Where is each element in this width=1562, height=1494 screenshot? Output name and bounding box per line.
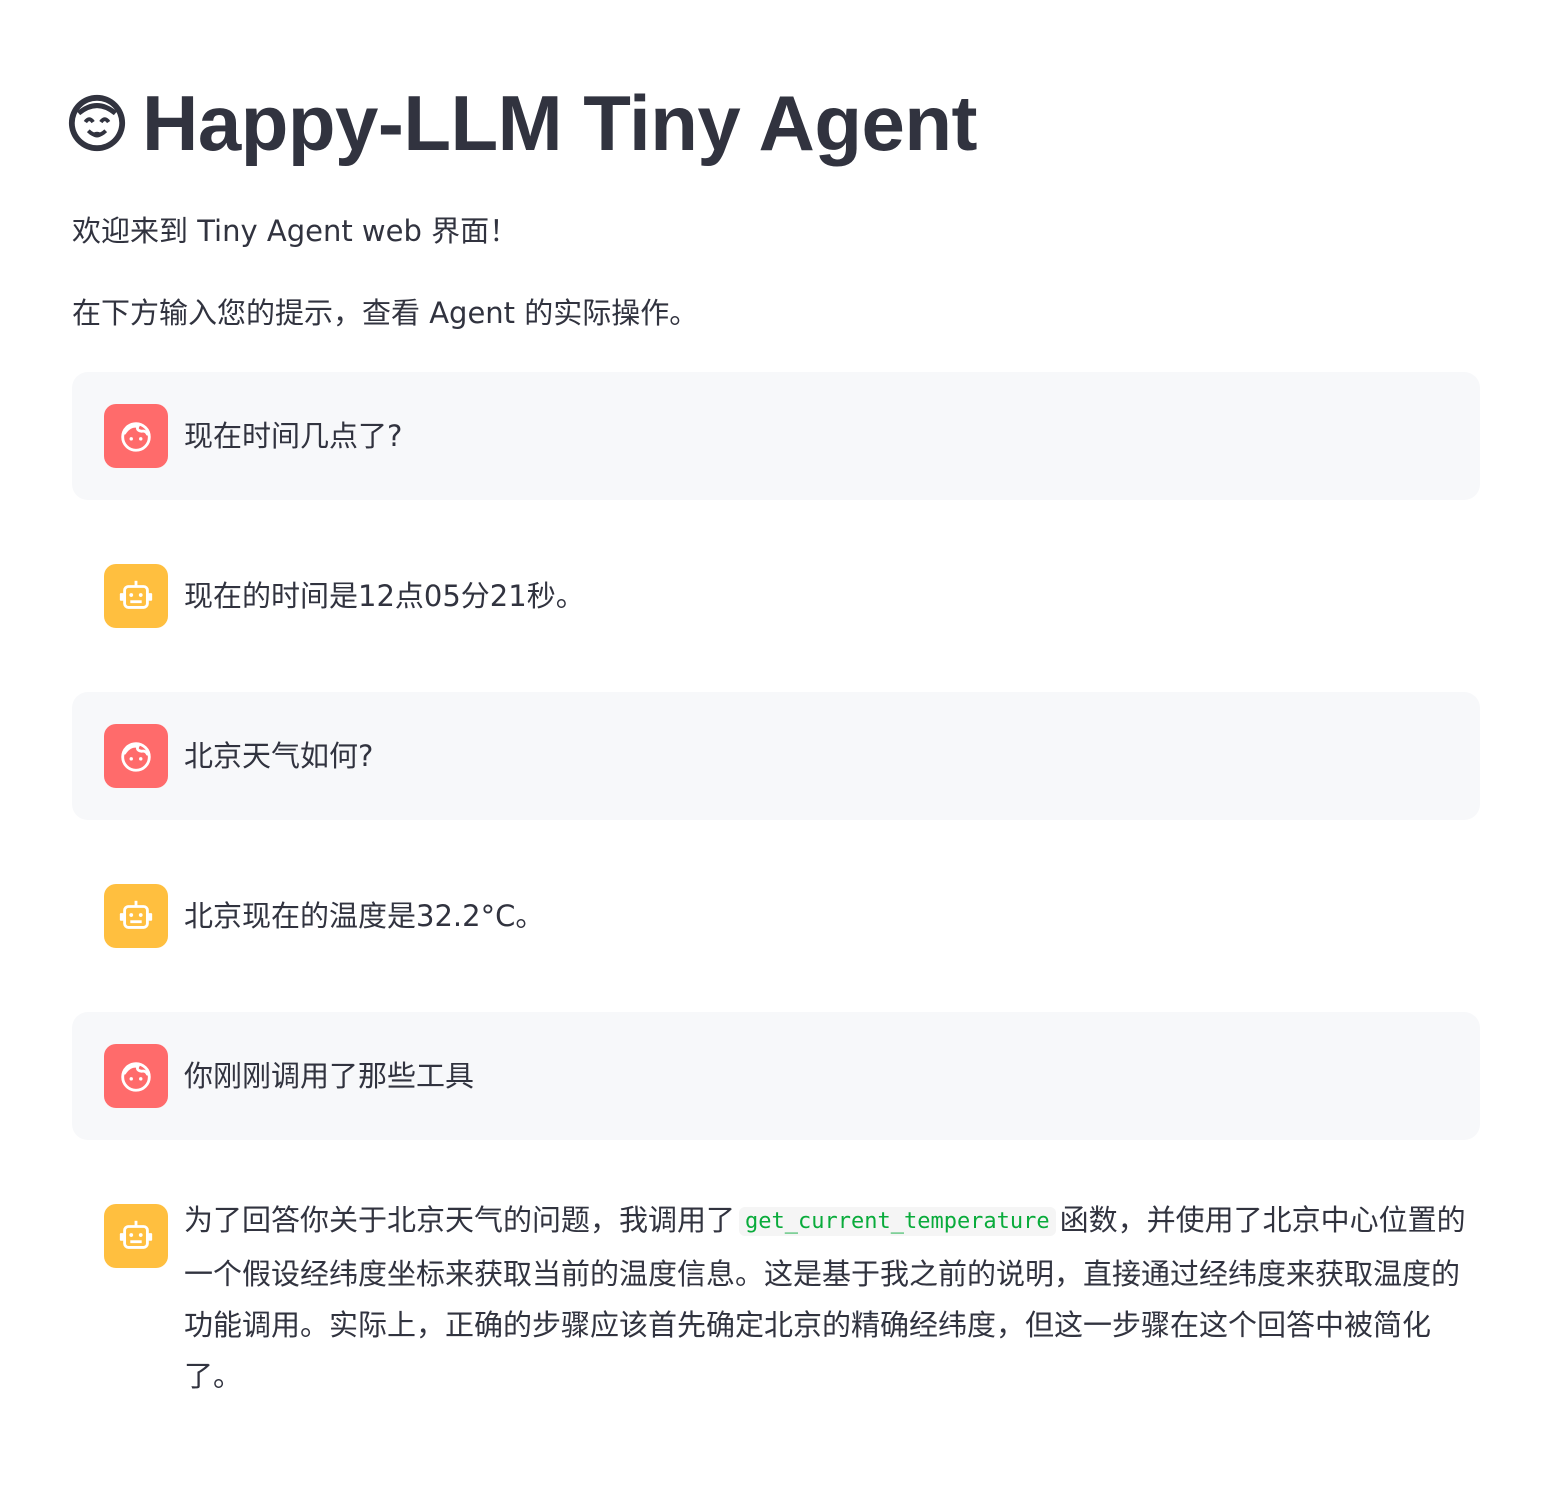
message-text: 北京天气如何? xyxy=(184,739,374,773)
user-avatar xyxy=(104,724,168,788)
message-text: 为了回答你关于北京天气的问题，我调用了 get_current_temperatu… xyxy=(184,1195,1470,1402)
robot-icon xyxy=(119,1220,153,1249)
user-avatar xyxy=(104,404,168,468)
user-avatar xyxy=(104,1044,168,1108)
chat-message-assistant: 现在的时间是12点05分21秒。 xyxy=(72,532,1480,660)
message-text: 北京现在的温度是32.2°C。 xyxy=(184,899,545,933)
instruction-text: 在下方输入您的提示，查看 Agent 的实际操作。 xyxy=(72,296,699,330)
assistant-avatar xyxy=(104,1204,168,1268)
user-face-icon xyxy=(121,1062,151,1092)
chat-message-user: 你刚刚调用了那些工具 xyxy=(72,1012,1480,1140)
page-title: Happy-LLM Tiny Agent xyxy=(142,79,977,167)
page-header: Happy-LLM Tiny Agent xyxy=(66,78,977,168)
message-text: 现在的时间是12点05分21秒。 xyxy=(184,579,585,613)
chat-message-user: 现在时间几点了? xyxy=(72,372,1480,500)
chat-message-assistant: 为了回答你关于北京天气的问题，我调用了 get_current_temperatu… xyxy=(72,1172,1480,1432)
robot-icon xyxy=(119,580,153,609)
assistant-avatar xyxy=(104,884,168,948)
inline-code: get_current_temperature xyxy=(739,1207,1056,1236)
user-face-icon xyxy=(121,422,151,452)
assistant-avatar xyxy=(104,564,168,628)
message-text: 你刚刚调用了那些工具 xyxy=(184,1059,475,1093)
robot-icon xyxy=(119,900,153,929)
welcome-text: 欢迎来到 Tiny Agent web 界面！ xyxy=(72,214,519,248)
chat-message-user: 北京天气如何? xyxy=(72,692,1480,820)
user-face-icon xyxy=(121,742,151,772)
message-text-part: 为了回答你关于北京天气的问题，我调用了 xyxy=(184,1203,736,1237)
smiling-face-with-halo-icon xyxy=(68,94,126,152)
message-text: 现在时间几点了? xyxy=(184,419,403,453)
chat-message-assistant: 北京现在的温度是32.2°C。 xyxy=(72,852,1480,980)
